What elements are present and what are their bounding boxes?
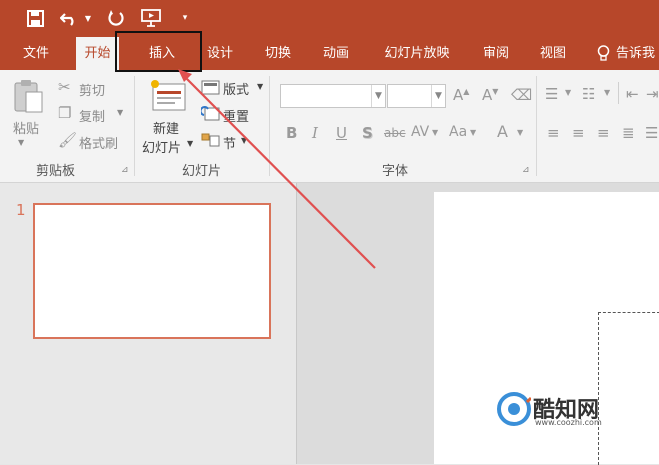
watermark-logo-icon (497, 392, 533, 430)
watermark-url: www.coozhi.com (535, 418, 602, 427)
